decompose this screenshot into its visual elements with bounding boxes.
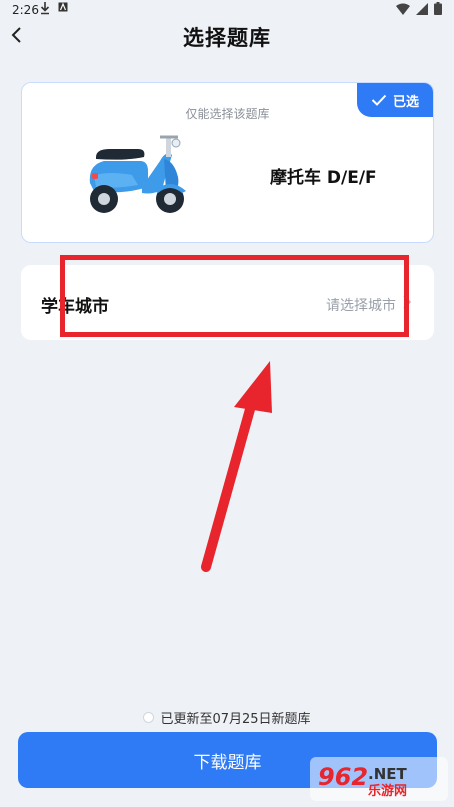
- bank-name: 摩托车 D/E/F: [270, 168, 377, 188]
- question-bank-card[interactable]: 已选 仅能选择该题库 摩托车 D/E/F: [21, 82, 434, 243]
- status-bar: 2:26: [0, 0, 454, 20]
- svg-text:962: 962: [318, 763, 368, 791]
- scooter-illustration: [89, 135, 186, 213]
- svg-text:乐游网: 乐游网: [368, 783, 407, 799]
- update-text: 已更新至07月25日新题库: [160, 712, 311, 727]
- download-status-icon: [40, 2, 50, 15]
- watermark-logo: 962 .NET 乐游网: [310, 757, 448, 801]
- page-title: 选择题库: [183, 26, 271, 50]
- annotation-arrow-icon: [201, 361, 272, 572]
- status-time: 2:26: [12, 3, 39, 17]
- card-hint: 仅能选择该题库: [185, 107, 270, 121]
- annotation-highlight-box: [60, 255, 409, 337]
- signal-icon: [416, 2, 428, 15]
- nav-bar: 选择题库: [0, 20, 454, 50]
- app-notification-icon: [58, 2, 68, 12]
- update-status-row: 已更新至07月25日新题库: [0, 708, 454, 727]
- update-dot-icon: [143, 712, 155, 723]
- svg-text:.NET: .NET: [368, 765, 407, 783]
- status-right-icons: [396, 2, 442, 15]
- wifi-icon: [396, 3, 410, 15]
- battery-icon: [434, 2, 442, 15]
